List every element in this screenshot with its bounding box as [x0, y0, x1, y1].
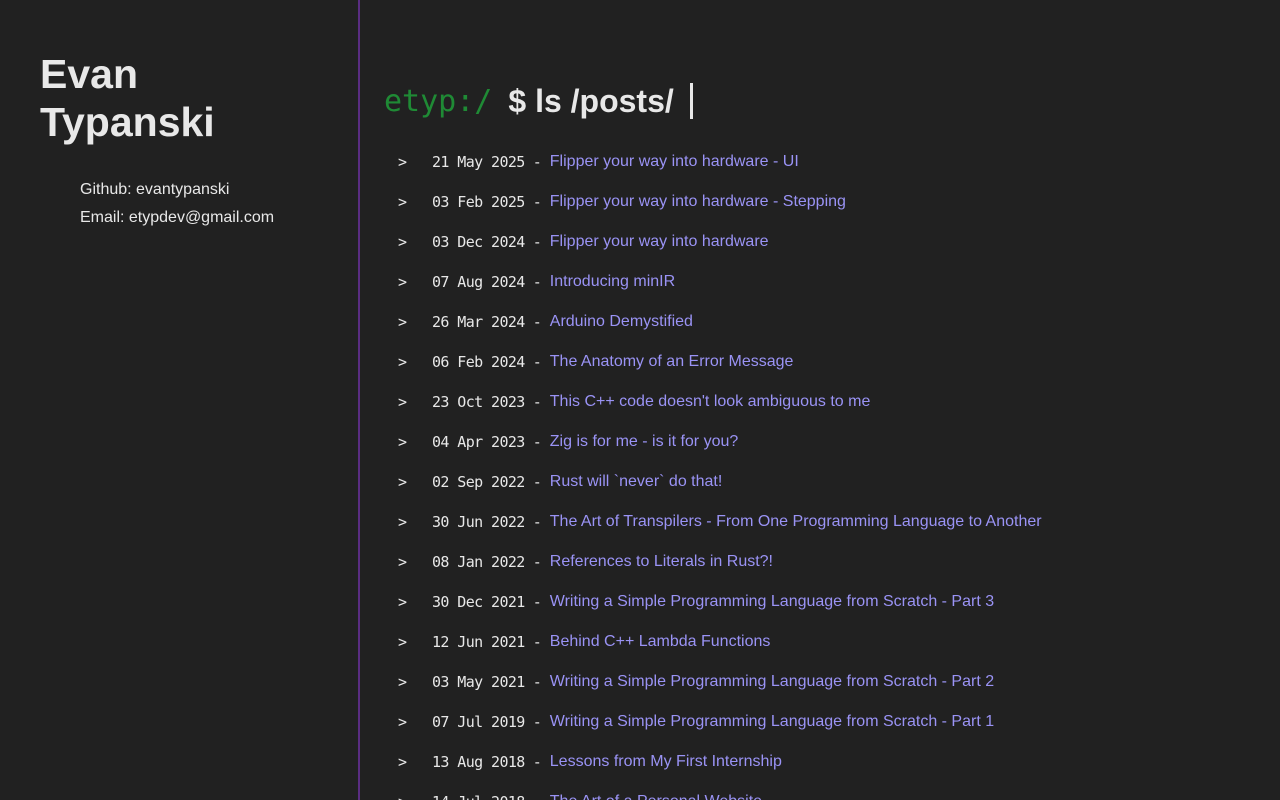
post-date: 07 Aug 2024 — [432, 273, 525, 291]
post-separator: - — [532, 433, 542, 451]
post-link[interactable]: The Art of a Personal Website — [550, 793, 762, 800]
chevron-right-icon: > — [398, 673, 408, 691]
post-separator: - — [533, 793, 542, 800]
post-date: 06 Feb 2024 — [432, 353, 525, 371]
post-link[interactable]: Behind C++ Lambda Functions — [550, 633, 771, 651]
post-date: 03 May 2021 — [432, 673, 525, 691]
post-link[interactable]: The Anatomy of an Error Message — [550, 353, 794, 371]
chevron-right-icon: > — [398, 313, 408, 331]
chevron-right-icon: > — [398, 273, 408, 291]
chevron-right-icon: > — [362, 793, 432, 800]
post-list: >21 May 2025- Flipper your way into hardw… — [362, 142, 1042, 800]
prompt-command: $ ls /posts/ — [508, 82, 674, 119]
github-contact: Github: evantypanski — [80, 181, 230, 198]
post-separator: - — [532, 673, 542, 691]
post-item: >08 Jan 2022- References to Literals in R… — [362, 542, 1042, 582]
post-date: 04 Apr 2023 — [432, 433, 525, 451]
post-separator: - — [532, 633, 542, 651]
cursor-icon — [689, 83, 693, 119]
post-link[interactable]: Introducing minIR — [550, 273, 675, 291]
post-separator: - — [532, 233, 542, 251]
chevron-right-icon: > — [398, 353, 408, 371]
post-separator: - — [532, 713, 542, 731]
post-item: >06 Feb 2024- The Anatomy of an Error Mes… — [362, 342, 1042, 382]
post-date: 02 Sep 2022 — [432, 473, 525, 491]
post-date: 26 Mar 2024 — [432, 313, 525, 331]
chevron-right-icon: > — [398, 553, 408, 571]
post-separator: - — [532, 553, 542, 571]
post-item: >07 Jul 2019- Writing a Simple Programmin… — [362, 702, 1042, 742]
chevron-right-icon: > — [398, 713, 408, 731]
post-item: >07 Aug 2024- Introducing minIR — [362, 262, 1042, 302]
chevron-right-icon: > — [398, 233, 408, 251]
chevron-right-icon: > — [398, 393, 408, 411]
post-link[interactable]: Rust will `never` do that! — [550, 473, 723, 491]
post-item: >02 Sep 2022- Rust will `never` do that! — [362, 462, 1042, 502]
post-link[interactable]: Writing a Simple Programming Language fr… — [550, 593, 994, 611]
post-item: >21 May 2025- Flipper your way into hardw… — [362, 142, 1042, 182]
sidebar: Evan Typanski Github: evantypanski Email… — [0, 0, 360, 800]
post-link[interactable]: Flipper your way into hardware — [550, 233, 769, 251]
post-link[interactable]: Writing a Simple Programming Language fr… — [550, 713, 994, 731]
post-separator: - — [532, 353, 542, 371]
post-separator: - — [532, 513, 542, 531]
post-item: >03 Feb 2025- Flipper your way into hardw… — [362, 182, 1042, 222]
post-item: >03 Dec 2024- Flipper your way into hardw… — [362, 222, 1042, 262]
post-link[interactable]: References to Literals in Rust?! — [550, 553, 773, 571]
chevron-right-icon: > — [398, 153, 408, 171]
author-last-name: Typanski — [40, 99, 215, 145]
chevron-right-icon: > — [398, 473, 408, 491]
contact-info: Github: evantypanski Email: etypdev@gmai… — [80, 176, 274, 232]
post-item: >12 Jun 2021- Behind C++ Lambda Functions — [362, 622, 1042, 662]
post-date: 12 Jun 2021 — [432, 633, 525, 651]
prompt-host[interactable]: etyp:/ — [384, 84, 492, 119]
post-item: >23 Oct 2023- This C++ code doesn't look … — [362, 382, 1042, 422]
chevron-right-icon: > — [398, 633, 408, 651]
post-date: 21 May 2025 — [432, 153, 525, 171]
post-item: >13 Aug 2018- Lessons from My First Inter… — [362, 742, 1042, 782]
author-name: Evan Typanski — [40, 50, 320, 146]
email-contact: Email: etypdev@gmail.com — [80, 209, 275, 226]
terminal-prompt: etyp:/ $ ls /posts/ — [384, 78, 693, 124]
post-date: 08 Jan 2022 — [432, 553, 525, 571]
chevron-right-icon: > — [398, 433, 408, 451]
post-link[interactable]: Writing a Simple Programming Language fr… — [550, 673, 994, 691]
post-separator: - — [532, 153, 542, 171]
post-link[interactable]: Lessons from My First Internship — [550, 753, 782, 771]
post-separator: - — [532, 193, 542, 211]
post-separator: - — [532, 313, 542, 331]
post-link[interactable]: Flipper your way into hardware - UI — [550, 153, 799, 171]
chevron-right-icon: > — [398, 513, 408, 531]
post-date: 23 Oct 2023 — [432, 393, 525, 411]
post-date: 13 Aug 2018 — [432, 753, 525, 771]
post-date: 14 Jul 2018 — [432, 793, 525, 800]
post-item: >03 May 2021- Writing a Simple Programmin… — [362, 662, 1042, 702]
post-link[interactable]: This C++ code doesn't look ambiguous to … — [550, 393, 871, 411]
post-link[interactable]: Flipper your way into hardware - Steppin… — [550, 193, 846, 211]
chevron-right-icon: > — [398, 593, 408, 611]
post-item: >14 Jul 2018 - The Art of a Personal Websi… — [362, 782, 1042, 800]
post-separator: - — [532, 753, 542, 771]
post-date: 03 Feb 2025 — [432, 193, 525, 211]
post-item: >30 Dec 2021- Writing a Simple Programmin… — [362, 582, 1042, 622]
post-separator: - — [532, 273, 542, 291]
chevron-right-icon: > — [398, 193, 408, 211]
post-date: 07 Jul 2019 — [432, 713, 525, 731]
post-link[interactable]: Arduino Demystified — [550, 313, 693, 331]
chevron-right-icon: > — [398, 753, 408, 771]
post-item: >26 Mar 2024- Arduino Demystified — [362, 302, 1042, 342]
post-item: >30 Jun 2022- The Art of Transpilers - Fr… — [362, 502, 1042, 542]
post-separator: - — [532, 473, 542, 491]
post-date: 03 Dec 2024 — [432, 233, 525, 251]
post-separator: - — [532, 593, 542, 611]
post-item: >04 Apr 2023- Zig is for me - is it for y… — [362, 422, 1042, 462]
post-date: 30 Dec 2021 — [432, 593, 525, 611]
author-first-name: Evan — [40, 51, 138, 97]
main-content: etyp:/ $ ls /posts/ >21 May 2025- Flipper… — [362, 0, 1280, 800]
post-date: 30 Jun 2022 — [432, 513, 525, 531]
post-link[interactable]: Zig is for me - is it for you? — [550, 433, 739, 451]
post-separator: - — [532, 393, 542, 411]
post-link[interactable]: The Art of Transpilers - From One Progra… — [550, 513, 1042, 531]
